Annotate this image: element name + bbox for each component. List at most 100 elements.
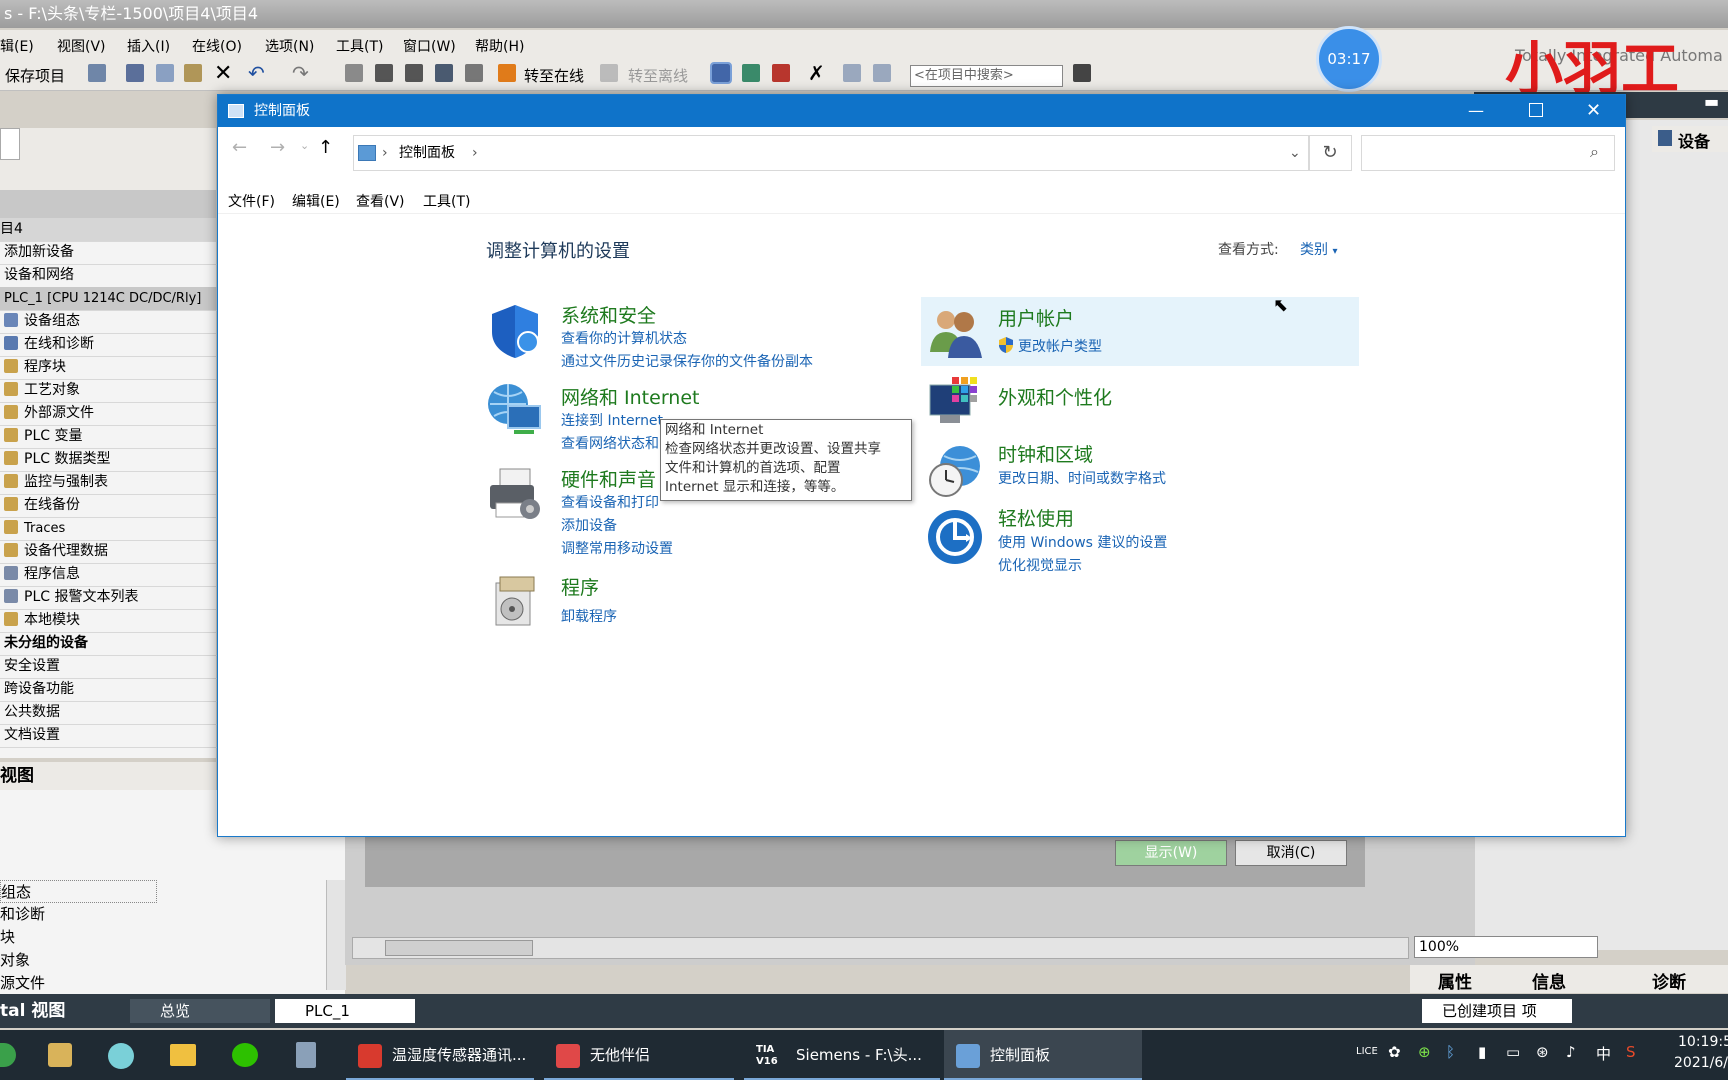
link-connect-internet[interactable]: 连接到 Internet: [561, 410, 663, 430]
category-network-internet[interactable]: 网络和 Internet: [561, 383, 699, 410]
device-view-tab[interactable]: 设备: [1652, 126, 1728, 152]
breadcrumb-control-panel[interactable]: 控制面板: [399, 136, 455, 170]
tree-item-traces[interactable]: Traces: [0, 517, 216, 541]
go-online-icon[interactable]: [498, 64, 516, 82]
taskbar-app-wuta[interactable]: 无他伴侣: [544, 1030, 734, 1080]
tree-item-online-backup[interactable]: 在线备份: [0, 494, 216, 518]
tree-item-device-config[interactable]: 设备组态: [0, 310, 216, 334]
minimize-panel-icon[interactable]: ▬: [1704, 92, 1719, 111]
go-online-button[interactable]: 转至在线: [524, 65, 584, 86]
tree-item-program-blocks[interactable]: 程序块: [0, 356, 216, 380]
tree-item-ungrouped-devices[interactable]: 未分组的设备: [0, 632, 220, 656]
download-icon[interactable]: [375, 64, 393, 82]
link-check-computer-status[interactable]: 查看你的计算机状态: [561, 328, 687, 348]
go-offline-icon[interactable]: [600, 64, 618, 82]
tree-item-add-device[interactable]: 添加新设备: [0, 241, 220, 265]
refresh-icon[interactable]: ↻: [1308, 135, 1352, 171]
add-icon[interactable]: ⊕: [1418, 1043, 1431, 1061]
detail-row[interactable]: 对象: [0, 949, 30, 970]
link-windows-suggested-settings[interactable]: 使用 Windows 建议的设置: [998, 532, 1167, 552]
properties-tab[interactable]: 属性: [1438, 968, 1472, 993]
taskbar-app-control-panel[interactable]: 控制面板: [944, 1030, 1142, 1080]
cp-search-input[interactable]: ⌕: [1361, 135, 1615, 171]
cp-menu-file[interactable]: 文件(F): [228, 191, 275, 211]
search-binoculars-icon[interactable]: [1073, 64, 1091, 82]
tree-item-plc-tags[interactable]: PLC 变量: [0, 425, 216, 449]
scroll-thumb[interactable]: [385, 940, 533, 956]
menu-view[interactable]: 视图(V): [57, 36, 106, 56]
project-tree-tab[interactable]: [0, 128, 20, 160]
flower-icon[interactable]: [108, 1043, 134, 1069]
address-input[interactable]: › 控制面板 › ⌄: [353, 135, 1310, 171]
tree-item-watch-tables[interactable]: 监控与强制表: [0, 471, 216, 495]
tree-item-doc-settings[interactable]: 文档设置: [0, 724, 220, 748]
project-search-input[interactable]: <在项目中搜索>: [910, 65, 1063, 87]
link-optimize-display[interactable]: 优化视觉显示: [998, 555, 1082, 575]
tree-item-cross-device[interactable]: 跨设备功能: [0, 678, 220, 702]
print-icon[interactable]: [88, 64, 106, 82]
link-date-time-format[interactable]: 更改日期、时间或数字格式: [998, 468, 1166, 488]
category-programs[interactable]: 程序: [561, 573, 599, 600]
file-explorer-icon[interactable]: [170, 1044, 196, 1066]
menu-tools[interactable]: 工具(T): [336, 36, 383, 56]
forward-arrow-icon[interactable]: →: [270, 137, 285, 158]
app-icon[interactable]: [0, 1043, 16, 1067]
detail-row[interactable]: 组态: [0, 880, 157, 903]
link-devices-printers[interactable]: 查看设备和打印: [561, 492, 659, 512]
minimize-icon[interactable]: —: [1468, 95, 1484, 127]
redo-icon[interactable]: ↷: [292, 61, 309, 85]
tree-item-devices-networks[interactable]: 设备和网络: [0, 264, 220, 288]
tree-item-program-info[interactable]: 程序信息: [0, 563, 216, 587]
link-network-status[interactable]: 查看网络状态和: [561, 433, 659, 453]
category-user-accounts[interactable]: 用户帐户: [998, 304, 1074, 331]
cp-menu-view[interactable]: 查看(V): [356, 191, 405, 211]
cross-ref-icon[interactable]: ✗: [808, 61, 825, 85]
microphone-icon[interactable]: ▮: [1478, 1043, 1486, 1061]
tree-item-local-modules[interactable]: 本地模块: [0, 609, 216, 633]
battery-icon[interactable]: ▭: [1506, 1043, 1520, 1061]
address-dropdown-icon[interactable]: ⌄: [1289, 136, 1301, 170]
diagnostics-tab[interactable]: 诊断: [1652, 968, 1686, 993]
menu-insert[interactable]: 插入(I): [127, 36, 170, 56]
paste-icon[interactable]: [184, 64, 202, 82]
link-mobility-settings[interactable]: 调整常用移动设置: [561, 538, 673, 558]
link-change-account-type[interactable]: 更改帐户类型: [1018, 336, 1102, 356]
cancel-button[interactable]: 取消(C): [1235, 840, 1347, 866]
back-arrow-icon[interactable]: ←: [232, 137, 247, 158]
menu-online[interactable]: 在线(O): [192, 36, 242, 56]
info-tab[interactable]: 信息: [1532, 968, 1566, 993]
clock-time[interactable]: 10:19:5: [1678, 1034, 1728, 1050]
network-globe-icon[interactable]: ⊛: [1536, 1043, 1549, 1061]
go-offline-button[interactable]: 转至离线: [628, 65, 688, 86]
plc1-tab[interactable]: PLC_1: [275, 999, 415, 1023]
compile-icon[interactable]: [345, 64, 363, 82]
tree-item-plc1[interactable]: PLC_1 [CPU 1214C DC/DC/Rly]: [0, 287, 220, 311]
taskbar-app-pdf[interactable]: 温湿度传感器通讯...: [346, 1030, 534, 1080]
tree-item-proxy-data[interactable]: 设备代理数据: [0, 540, 216, 564]
link-uninstall-program[interactable]: 卸载程序: [561, 606, 617, 626]
portal-view-button[interactable]: tal 视图: [0, 999, 65, 1023]
volume-icon[interactable]: ♪: [1566, 1043, 1576, 1061]
simulate-icon[interactable]: [435, 64, 453, 82]
tree-item-security[interactable]: 安全设置: [0, 655, 220, 679]
cut-icon[interactable]: [126, 64, 144, 82]
tree-item-alarm-texts[interactable]: PLC 报警文本列表: [0, 586, 216, 610]
detail-row[interactable]: 和诊断: [0, 903, 45, 924]
tree-item-external-sources[interactable]: 外部源文件: [0, 402, 216, 426]
tool-icon[interactable]: [48, 1043, 72, 1067]
upload-icon[interactable]: [405, 64, 423, 82]
category-hardware-sound[interactable]: 硬件和声音: [561, 465, 656, 492]
taskbar-app-tia[interactable]: TIA V16 Siemens - F:\头...: [744, 1030, 940, 1080]
category-appearance[interactable]: 外观和个性化: [998, 383, 1112, 410]
cp-titlebar[interactable]: 控制面板 — ✕: [218, 95, 1625, 127]
category-clock-region[interactable]: 时钟和区域: [998, 440, 1093, 467]
bluetooth-icon[interactable]: ᛒ: [1446, 1043, 1455, 1061]
wechat-icon[interactable]: [232, 1043, 258, 1067]
undo-icon[interactable]: ↶: [248, 61, 265, 85]
split-horizontal-icon[interactable]: [843, 64, 861, 82]
zoom-select[interactable]: 100%: [1414, 936, 1598, 958]
tree-item-online-diag[interactable]: 在线和诊断: [0, 333, 216, 357]
tree-item-common-data[interactable]: 公共数据: [0, 701, 220, 725]
calculator-icon[interactable]: [296, 1042, 316, 1068]
detail-row[interactable]: 块: [0, 926, 15, 947]
